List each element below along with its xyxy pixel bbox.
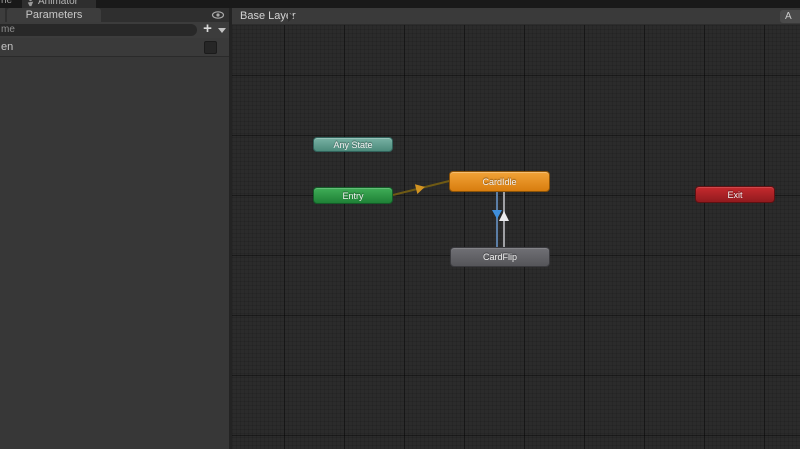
state-node-exit[interactable]: Exit: [695, 186, 775, 203]
parameter-search-row: me +: [0, 20, 230, 38]
transition-arrow-up-icon[interactable]: [499, 211, 509, 221]
graph-canvas[interactable]: Any State Entry CardIdle CardFlip Exit: [232, 25, 800, 449]
panel-divider[interactable]: [229, 8, 232, 449]
parameter-name: en: [1, 41, 14, 53]
tab-layers-fragment[interactable]: [0, 8, 5, 22]
tab-animator[interactable]: Animator: [22, 0, 96, 8]
transition-cardidle-to-cardflip[interactable]: [496, 192, 498, 247]
chevron-down-icon[interactable]: [218, 28, 226, 33]
state-node-any-state[interactable]: Any State: [313, 137, 393, 152]
auto-live-link-button[interactable]: A: [780, 10, 800, 23]
search-input[interactable]: me: [0, 24, 197, 36]
breadcrumb-chevron-icon: [288, 12, 294, 22]
parameters-empty-area: [0, 58, 230, 449]
state-node-cardidle[interactable]: CardIdle: [449, 171, 550, 192]
tab-scene-fragment[interactable]: ne: [1, 0, 12, 8]
transition-arrow-right-icon[interactable]: [414, 182, 427, 194]
add-parameter-button[interactable]: +: [200, 20, 215, 38]
tab-animator-label: Animator: [38, 0, 79, 7]
parameter-row[interactable]: en: [0, 38, 230, 57]
panel-tabbar: Parameters: [0, 8, 230, 22]
state-node-entry[interactable]: Entry: [313, 187, 393, 204]
parameter-bool-checkbox[interactable]: [204, 41, 217, 54]
tab-parameters[interactable]: Parameters: [7, 8, 101, 22]
animator-icon: [27, 0, 34, 7]
window-tab-strip: ne Animator: [0, 0, 800, 8]
parameters-panel: Parameters me + en: [0, 8, 230, 449]
state-node-cardflip[interactable]: CardFlip: [450, 247, 550, 267]
animator-window: ne Animator Parameters me + en Base Laye…: [0, 0, 800, 449]
animator-graph: Base Layer A Any State Entry CardIdle Ca…: [232, 8, 800, 449]
breadcrumb-bar: Base Layer A: [232, 8, 800, 25]
